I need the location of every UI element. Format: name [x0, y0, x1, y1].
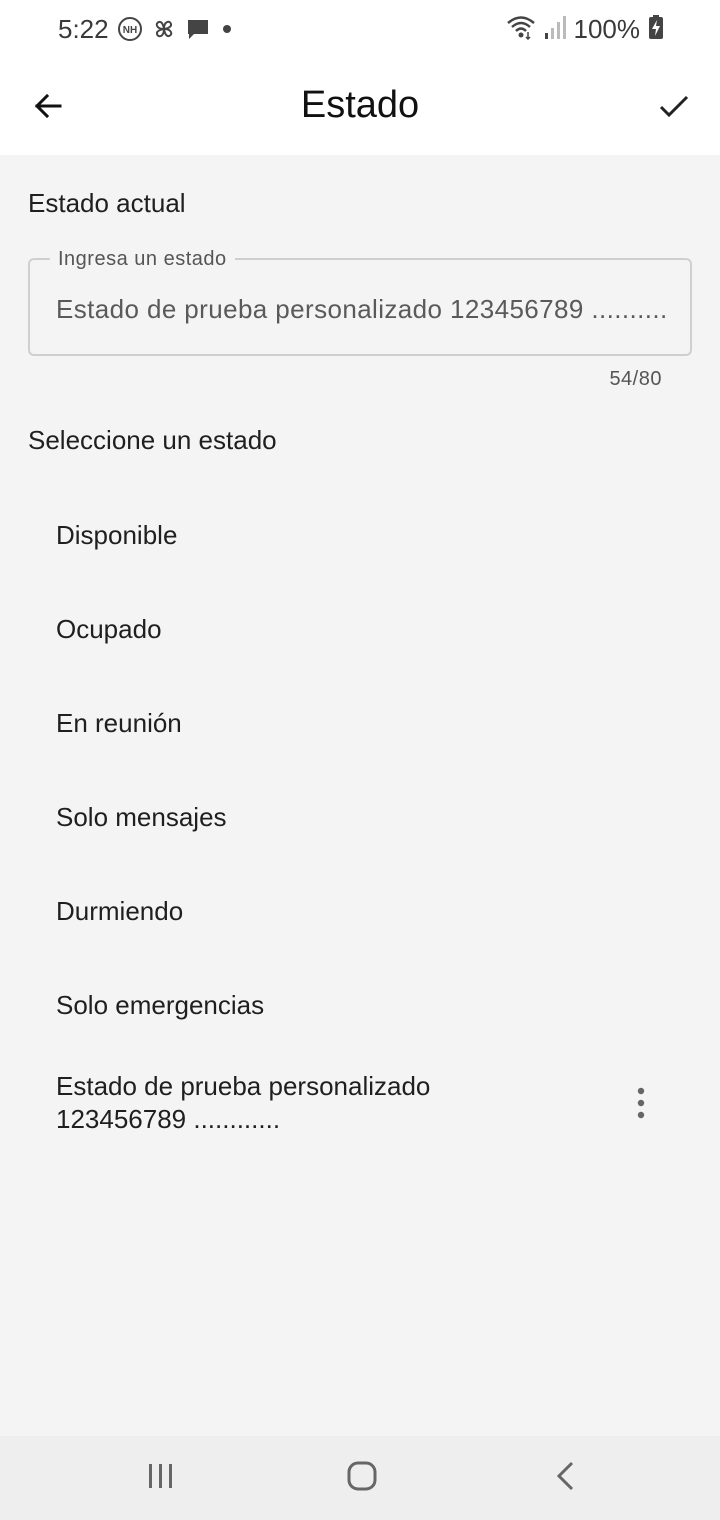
nh-icon: NH — [117, 16, 143, 42]
system-navigation-bar — [0, 1436, 720, 1520]
battery-charging-icon — [648, 14, 664, 45]
back-icon — [552, 1460, 578, 1497]
status-input-label: Ingresa un estado — [50, 248, 235, 271]
recents-button[interactable] — [131, 1452, 191, 1504]
pinwheel-icon — [151, 16, 177, 42]
status-option-ocupado[interactable]: Ocupado — [0, 582, 720, 676]
recents-icon — [146, 1461, 176, 1496]
signal-icon — [544, 14, 566, 45]
status-option-label: Estado de prueba personalizado 123456789… — [56, 1071, 431, 1134]
status-option-solo-emergencias[interactable]: Solo emergencias — [0, 958, 720, 1052]
system-back-button[interactable] — [535, 1452, 595, 1504]
status-input-value[interactable]: Estado de prueba personalizado 123456789… — [56, 294, 668, 325]
more-vert-icon — [636, 1086, 646, 1125]
status-option-label: Durmiendo — [56, 895, 184, 926]
current-status-label: Estado actual — [28, 188, 186, 218]
home-button[interactable] — [332, 1452, 392, 1504]
app-bar: Estado — [0, 60, 720, 155]
confirm-button[interactable] — [646, 80, 702, 136]
notification-icons: NH — [117, 16, 235, 42]
system-indicators: 100% — [506, 14, 665, 44]
status-option-solo-mensajes[interactable]: Solo mensajes — [0, 770, 720, 864]
status-option-custom[interactable]: Estado de prueba personalizado 123456789… — [0, 1052, 720, 1166]
home-icon — [346, 1460, 378, 1497]
status-option-label: Disponible — [56, 519, 178, 550]
select-status-label: Seleccione un estado — [28, 425, 277, 455]
chat-bubble-icon — [185, 16, 211, 42]
page-title: Estado — [300, 84, 420, 126]
status-option-durmiendo[interactable]: Durmiendo — [0, 864, 720, 958]
status-input-field[interactable]: Ingresa un estado Estado de prueba perso… — [28, 248, 692, 356]
status-option-label: En reunión — [56, 707, 182, 738]
status-option-label: Ocupado — [56, 613, 162, 644]
character-counter: 54/80 — [609, 368, 662, 390]
status-option-en-reunion[interactable]: En reunión — [0, 676, 720, 770]
svg-text:NH: NH — [123, 25, 137, 36]
status-option-label: Solo emergencias — [56, 989, 265, 1020]
battery-level: 100% — [573, 13, 641, 44]
status-bar: 5:22 NH 100% — [0, 0, 720, 60]
check-icon — [657, 89, 691, 128]
more-options-button[interactable] — [620, 1084, 662, 1126]
dot-icon — [219, 16, 235, 42]
status-option-disponible[interactable]: Disponible — [0, 488, 720, 582]
status-option-label: Solo mensajes — [56, 801, 227, 832]
status-time: 5:22 — [58, 14, 109, 44]
wifi-icon — [506, 14, 536, 45]
status-options-list: Disponible Ocupado En reunión Solo mensa… — [0, 488, 720, 1166]
